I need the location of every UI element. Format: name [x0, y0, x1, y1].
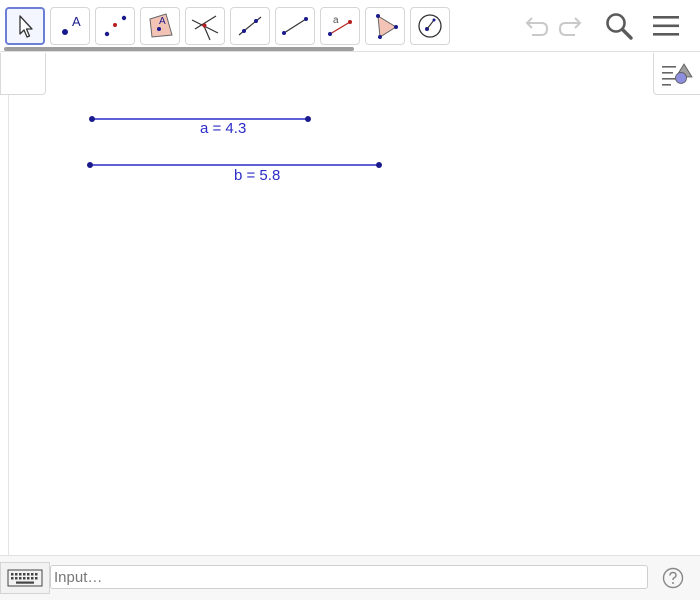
input-bar: [0, 555, 700, 600]
search-icon: [606, 13, 633, 40]
segment-length-tool[interactable]: a: [320, 7, 360, 45]
point-tool[interactable]: A: [50, 7, 90, 45]
line-tool[interactable]: [230, 7, 270, 45]
segment-length-tool-label: a: [333, 15, 339, 26]
input-field[interactable]: [50, 565, 648, 589]
toolbar: A A a: [0, 0, 700, 52]
search-button[interactable]: [601, 6, 637, 46]
intersect-tool[interactable]: [185, 7, 225, 45]
redo-icon: [558, 17, 582, 36]
point-icon: A: [62, 14, 81, 35]
segment-a-end-point[interactable]: [305, 116, 311, 122]
segment-tool[interactable]: [275, 7, 315, 45]
intersect-icon: [191, 15, 219, 41]
move-tool[interactable]: [5, 7, 45, 45]
main-menu-button[interactable]: [648, 6, 684, 46]
polygon-icon: [376, 14, 398, 39]
help-button[interactable]: [662, 567, 684, 589]
toolbar-scrollbar[interactable]: [4, 47, 354, 51]
segment-fixed-length-icon: a: [328, 15, 352, 36]
arrow-cursor-icon: [19, 15, 33, 38]
point-tool-label: A: [72, 14, 81, 29]
segment-b-start-point[interactable]: [87, 162, 93, 168]
undo-button[interactable]: [518, 6, 552, 46]
hamburger-menu-icon: [653, 16, 679, 36]
segment-icon: [282, 17, 308, 35]
geogebra-app: A A a a = 4.3 b = 5.8 Input…: [0, 0, 700, 600]
keyboard-icon: [7, 569, 43, 587]
graphics-canvas[interactable]: [0, 53, 700, 555]
two-points-icon: [104, 15, 127, 37]
segment-b-label[interactable]: b = 5.8: [234, 167, 280, 184]
polygon-point-tool-label: A: [159, 16, 166, 27]
polygon-point-tool[interactable]: A: [140, 7, 180, 45]
circle-icon: [418, 14, 442, 38]
polygon-tool[interactable]: [365, 7, 405, 45]
keyboard-button[interactable]: [0, 562, 50, 594]
segment-b-end-point[interactable]: [376, 162, 382, 168]
segment-a-label[interactable]: a = 4.3: [200, 120, 246, 137]
two-points-tool[interactable]: [95, 7, 135, 45]
redo-button[interactable]: [555, 6, 589, 46]
help-icon: [662, 567, 684, 589]
undo-icon: [525, 17, 549, 36]
point-on-object-icon: A: [149, 13, 173, 38]
circle-tool[interactable]: [410, 7, 450, 45]
segment-a-start-point[interactable]: [89, 116, 95, 122]
line-icon: [238, 16, 262, 36]
